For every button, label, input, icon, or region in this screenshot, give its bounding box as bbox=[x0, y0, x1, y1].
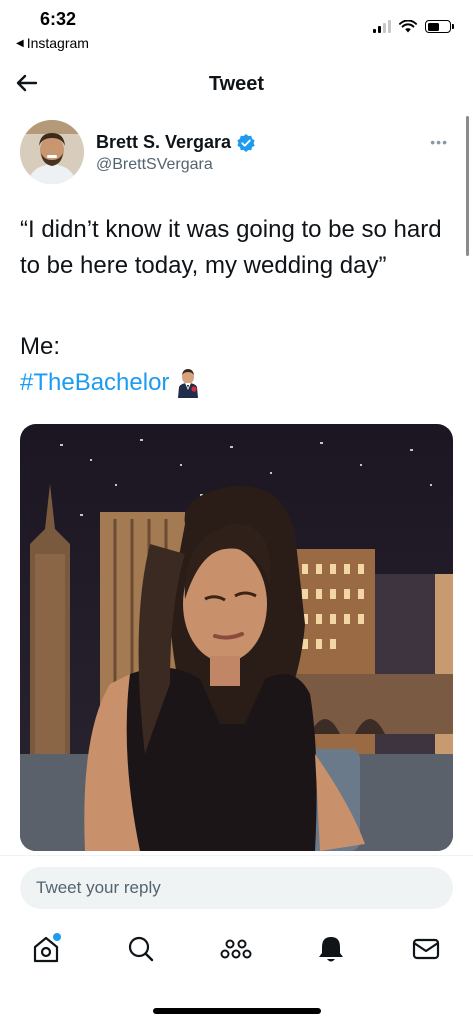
status-icons bbox=[373, 20, 454, 33]
back-to-app-link[interactable]: ◀ Instagram bbox=[16, 35, 89, 51]
reply-placeholder: Tweet your reply bbox=[36, 878, 161, 897]
tweet-text: “I didn’t know it was going to be so har… bbox=[20, 216, 442, 279]
tab-messages[interactable] bbox=[409, 932, 443, 966]
home-notification-dot bbox=[53, 933, 61, 941]
scrollbar[interactable] bbox=[466, 116, 469, 256]
spaces-icon bbox=[220, 939, 252, 959]
verified-badge-icon bbox=[237, 133, 255, 152]
hashtag-link[interactable]: #TheBachelor bbox=[20, 365, 169, 401]
bell-icon bbox=[319, 937, 343, 962]
status-time: 6:32 bbox=[40, 9, 77, 29]
more-options-icon[interactable]: ••• bbox=[430, 134, 448, 150]
divider bbox=[0, 855, 473, 856]
author-handle[interactable]: @BrettSVergara bbox=[96, 156, 213, 174]
tweet-text-me: Me: bbox=[20, 333, 61, 360]
tab-notifications[interactable] bbox=[314, 932, 348, 966]
bottom-tab-bar bbox=[0, 928, 473, 974]
back-app-label: Instagram bbox=[26, 35, 89, 51]
tab-spaces[interactable] bbox=[219, 932, 253, 966]
tab-home[interactable] bbox=[29, 932, 63, 966]
home-indicator[interactable] bbox=[153, 1008, 321, 1014]
reply-input[interactable]: Tweet your reply bbox=[20, 867, 453, 909]
tab-search[interactable] bbox=[124, 932, 158, 966]
author-name[interactable]: Brett S. Vergara bbox=[96, 132, 231, 153]
hashtag-row: #TheBachelor bbox=[20, 365, 201, 401]
bachelor-emoji-icon bbox=[178, 369, 199, 398]
wifi-icon bbox=[399, 20, 417, 33]
cellular-signal-icon bbox=[373, 20, 391, 33]
search-icon bbox=[128, 936, 154, 962]
avatar[interactable] bbox=[20, 120, 84, 184]
status-bar: 6:32 ◀ Instagram bbox=[0, 0, 473, 56]
top-navigation-header: Tweet bbox=[0, 62, 473, 106]
tweet-media-image[interactable] bbox=[20, 424, 453, 851]
battery-icon bbox=[425, 20, 454, 33]
envelope-icon bbox=[412, 938, 440, 960]
author-name-row[interactable]: Brett S. Vergara bbox=[96, 132, 256, 153]
page-title: Tweet bbox=[208, 73, 265, 95]
back-triangle-icon: ◀ bbox=[16, 37, 24, 49]
tweet-author[interactable]: Brett S. Vergara @BrettSVergara ••• bbox=[20, 120, 460, 186]
